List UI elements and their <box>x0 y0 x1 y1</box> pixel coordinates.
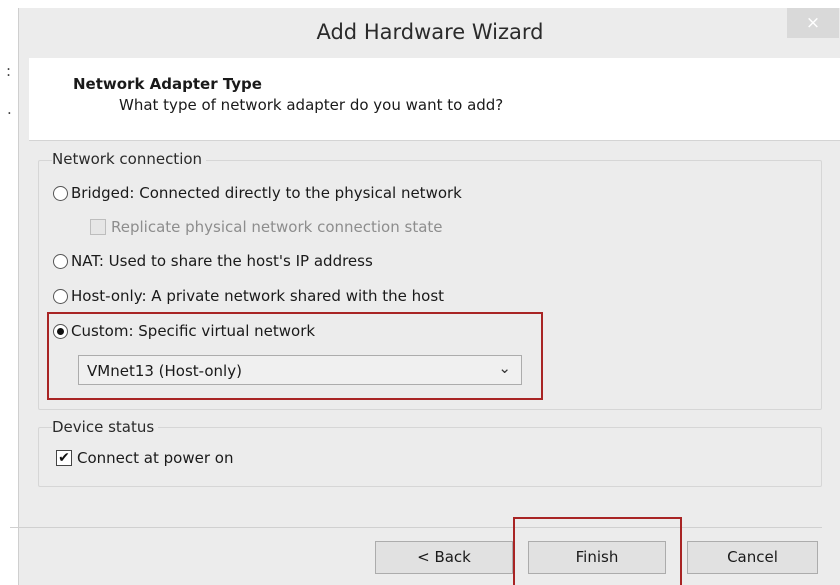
cancel-button[interactable]: Cancel <box>687 541 818 574</box>
radio-nat-label: NAT: Used to share the host's IP address <box>71 252 373 270</box>
page-subtitle: What type of network adapter do you want… <box>119 96 504 114</box>
page-title: Network Adapter Type <box>73 75 262 93</box>
close-button[interactable]: × <box>787 8 839 38</box>
radio-button[interactable] <box>53 253 68 269</box>
radio-button[interactable] <box>53 288 68 304</box>
close-icon: × <box>805 13 821 33</box>
radio-host-only-label: Host-only: A private network shared with… <box>71 287 445 305</box>
replicate-checkbox <box>90 219 106 235</box>
radio-nat[interactable]: NAT: Used to share the host's IP address <box>53 250 373 272</box>
footer-separator <box>10 527 822 528</box>
checkmark-icon: ✔ <box>58 450 70 466</box>
wizard-header: Network Adapter Type What type of networ… <box>29 58 840 141</box>
connect-checkbox[interactable]: ✔ <box>56 450 72 466</box>
network-connection-label: Network connection <box>52 150 207 168</box>
connect-at-power-on[interactable]: ✔ Connect at power on <box>56 447 233 469</box>
device-status-label: Device status <box>52 418 159 436</box>
title-bar: Add Hardware Wizard × <box>19 8 840 58</box>
radio-bridged[interactable]: Bridged: Connected directly to the physi… <box>53 182 462 204</box>
highlight-custom <box>47 312 543 400</box>
stray-mark: . <box>7 100 12 118</box>
window-title: Add Hardware Wizard <box>316 20 544 44</box>
replicate-checkbox-row: Replicate physical network connection st… <box>90 216 443 238</box>
radio-bridged-label: Bridged: Connected directly to the physi… <box>71 184 462 202</box>
radio-host-only[interactable]: Host-only: A private network shared with… <box>53 285 444 307</box>
stray-mark: : <box>6 62 12 80</box>
highlight-finish <box>513 517 682 585</box>
connect-label: Connect at power on <box>77 449 234 467</box>
replicate-label: Replicate physical network connection st… <box>111 218 443 236</box>
back-button[interactable]: < Back <box>375 541 513 574</box>
radio-button[interactable] <box>53 185 68 201</box>
